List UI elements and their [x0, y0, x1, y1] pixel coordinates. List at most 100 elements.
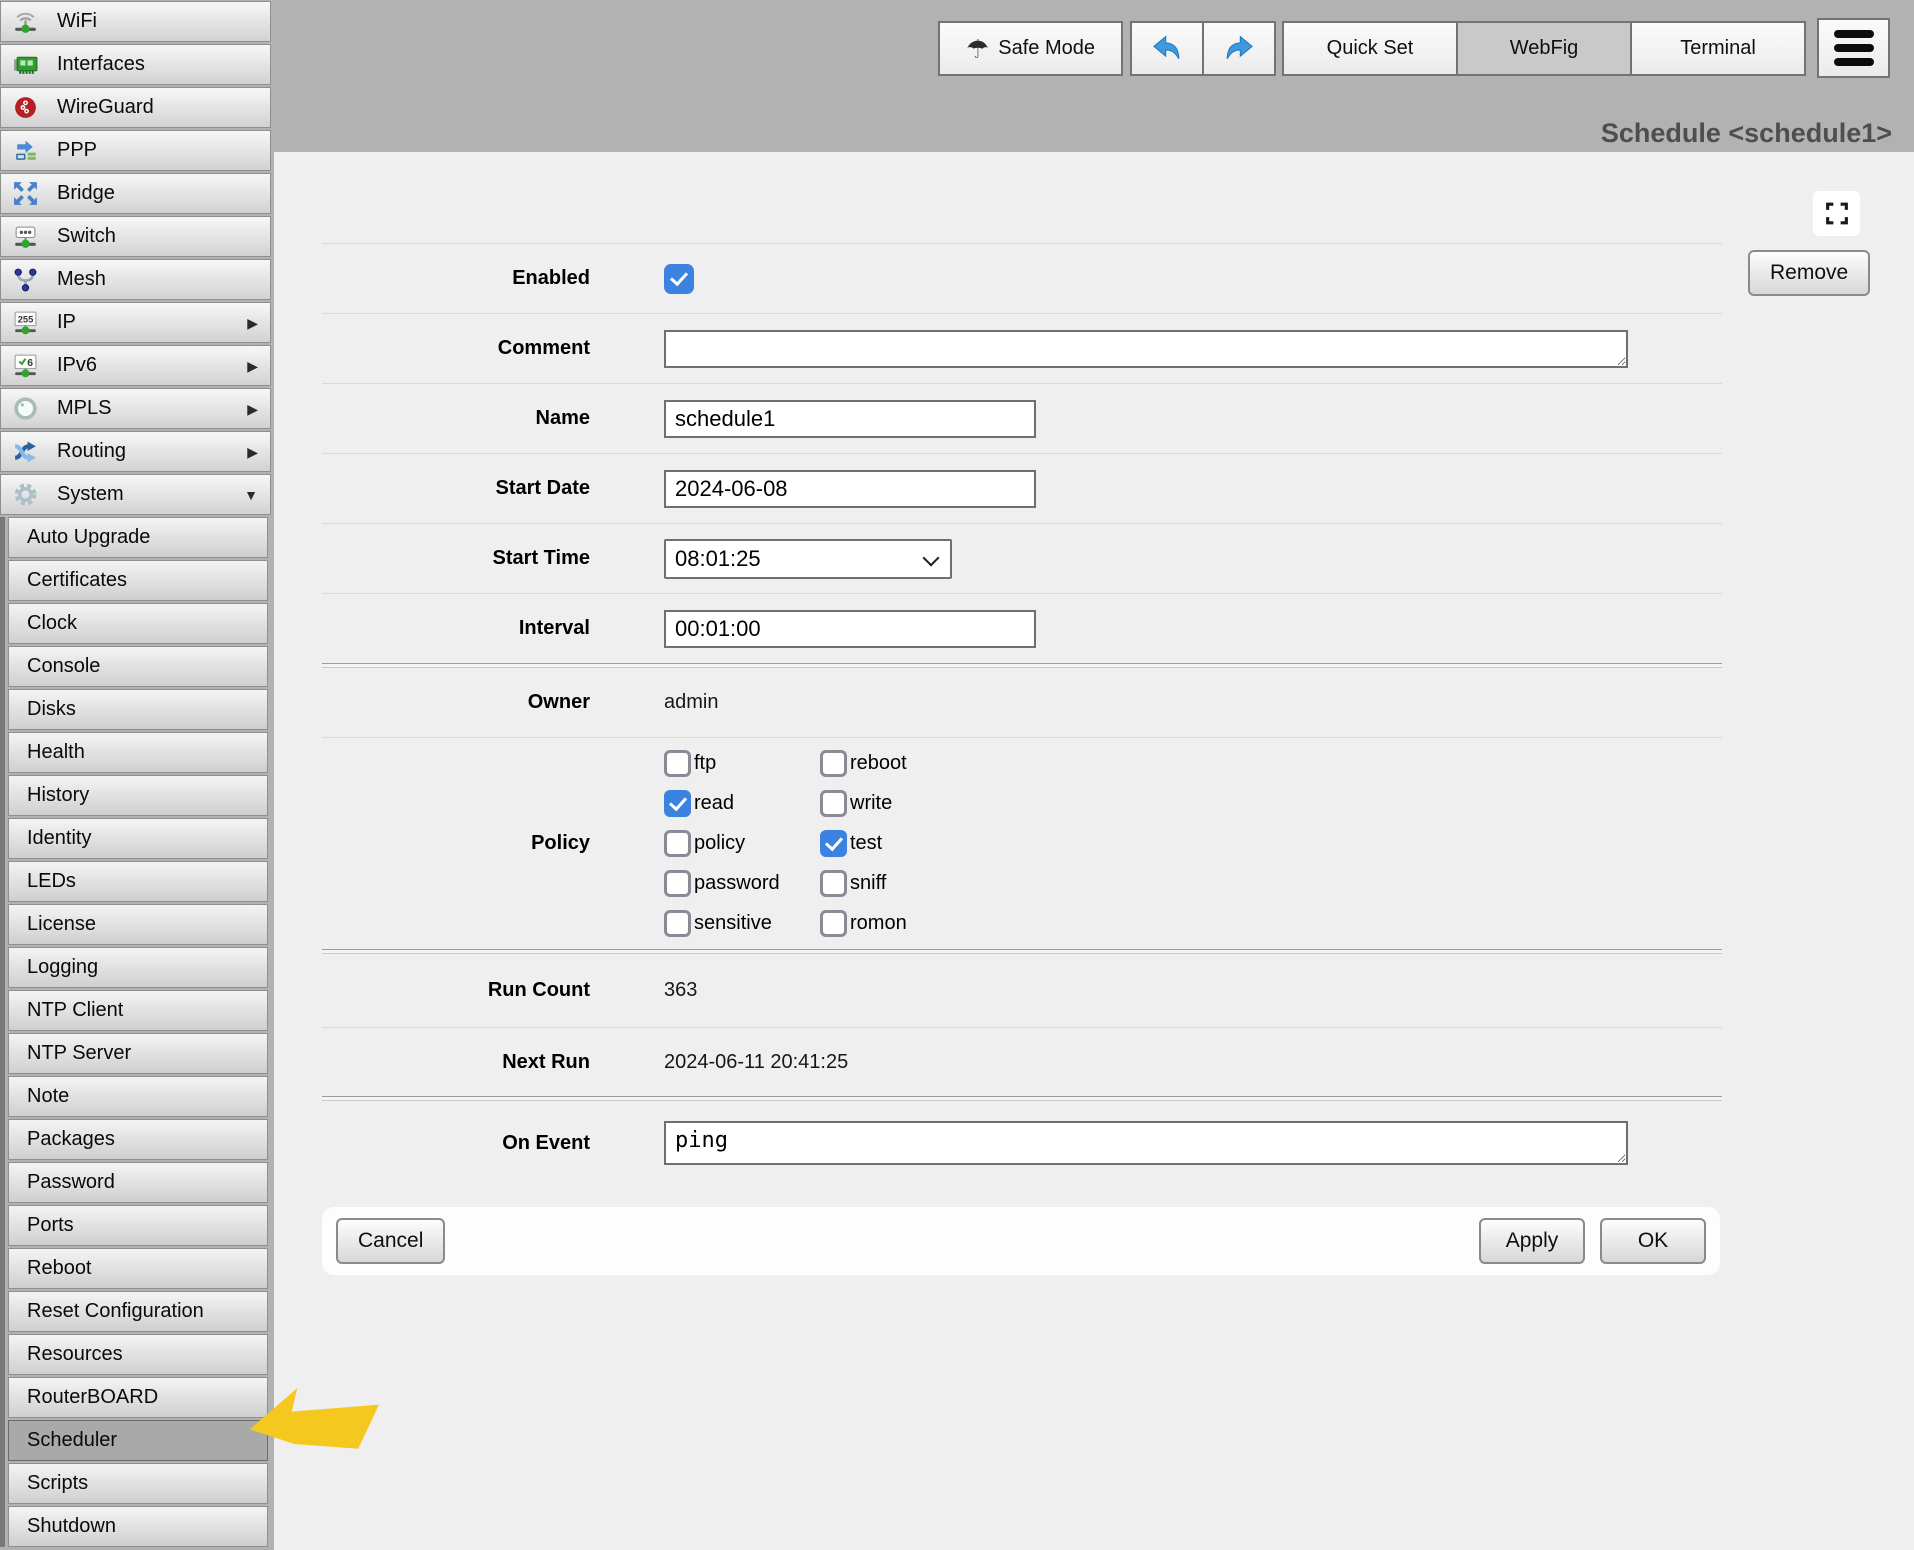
- sidebar-item-switch[interactable]: Switch: [0, 216, 271, 257]
- sidebar-item-label: MPLS: [57, 397, 111, 420]
- next-run-label: Next Run: [322, 1051, 590, 1074]
- sidebar-item-identity[interactable]: Identity: [8, 818, 268, 859]
- tab-quick-set[interactable]: Quick Set: [1282, 21, 1458, 76]
- romon-checkbox[interactable]: [820, 910, 847, 937]
- sidebar-item-password[interactable]: Password: [8, 1162, 268, 1203]
- chevron-right-icon: ▶: [247, 359, 258, 373]
- policy-item-policy: policy: [664, 830, 820, 857]
- undo-button[interactable]: [1130, 21, 1204, 76]
- ok-button[interactable]: OK: [1600, 1218, 1706, 1264]
- sidebar-item-reboot[interactable]: Reboot: [8, 1248, 268, 1289]
- sidebar-item-reset-configuration[interactable]: Reset Configuration: [8, 1291, 268, 1332]
- sidebar-item-clock[interactable]: Clock: [8, 603, 268, 644]
- fullscreen-button[interactable]: [1813, 191, 1860, 236]
- view-tabs: Quick Set WebFig Terminal: [1282, 21, 1806, 76]
- on-event-textarea[interactable]: ping: [664, 1121, 1628, 1165]
- action-bar: Cancel Apply OK: [322, 1207, 1720, 1275]
- tab-webfig[interactable]: WebFig: [1456, 21, 1632, 76]
- sidebar-item-ntp-client[interactable]: NTP Client: [8, 990, 268, 1031]
- sidebar-item-routing[interactable]: Routing ▶: [0, 431, 271, 472]
- sidebar-item-note[interactable]: Note: [8, 1076, 268, 1117]
- undo-redo-group: [1130, 21, 1276, 76]
- sidebar-item-health[interactable]: Health: [8, 732, 268, 773]
- policy-item-read: read: [664, 790, 820, 817]
- policy-item-test: test: [820, 830, 1040, 857]
- write-checkbox[interactable]: [820, 790, 847, 817]
- sidebar-item-ports[interactable]: Ports: [8, 1205, 268, 1246]
- on-event-row: On Event ping: [322, 1101, 1722, 1185]
- sidebar-item-disks[interactable]: Disks: [8, 689, 268, 730]
- start-date-input[interactable]: [664, 470, 1036, 508]
- sidebar-item-scheduler[interactable]: Scheduler: [8, 1420, 268, 1461]
- sidebar-item-packages[interactable]: Packages: [8, 1119, 268, 1160]
- redo-button[interactable]: [1202, 21, 1276, 76]
- safe-mode-button[interactable]: ☂ Safe Mode: [938, 21, 1123, 76]
- sidebar-item-shutdown[interactable]: Shutdown: [8, 1506, 268, 1547]
- run-count-value: 363: [664, 979, 697, 1002]
- tab-terminal[interactable]: Terminal: [1630, 21, 1806, 76]
- sidebar-item-resources[interactable]: Resources: [8, 1334, 268, 1375]
- sidebar: WiFi Interfaces WireGuard PPP Bridge Swi…: [0, 0, 272, 1550]
- sidebar-item-license[interactable]: License: [8, 904, 268, 945]
- sidebar-item-scripts[interactable]: Scripts: [8, 1463, 268, 1504]
- owner-label: Owner: [322, 691, 590, 714]
- system-submenu: Auto Upgrade Certificates Clock Console …: [0, 517, 272, 1547]
- sidebar-item-label: WiFi: [57, 10, 97, 33]
- enabled-checkbox[interactable]: [664, 264, 694, 294]
- apply-button[interactable]: Apply: [1479, 1218, 1585, 1264]
- read-checkbox[interactable]: [664, 790, 691, 817]
- sidebar-item-ppp[interactable]: PPP: [0, 130, 271, 171]
- sidebar-item-leds[interactable]: LEDs: [8, 861, 268, 902]
- reboot-checkbox[interactable]: [820, 750, 847, 777]
- password-checkbox[interactable]: [664, 870, 691, 897]
- sidebar-item-routerboard[interactable]: RouterBOARD: [8, 1377, 268, 1418]
- toolbar: ☂ Safe Mode Quick Set WebFig Terminal: [938, 21, 1890, 78]
- sidebar-item-ip[interactable]: 255 IP ▶: [0, 302, 271, 343]
- on-event-label: On Event: [322, 1132, 590, 1155]
- interval-input[interactable]: [664, 610, 1036, 648]
- interval-label: Interval: [322, 617, 590, 640]
- remove-button[interactable]: Remove: [1748, 250, 1870, 296]
- wifi-icon: [10, 7, 40, 37]
- sensitive-checkbox[interactable]: [664, 910, 691, 937]
- sidebar-item-auto-upgrade[interactable]: Auto Upgrade: [8, 517, 268, 558]
- sidebar-item-label: Routing: [57, 440, 126, 463]
- sidebar-item-bridge[interactable]: Bridge: [0, 173, 271, 214]
- test-checkbox[interactable]: [820, 830, 847, 857]
- next-run-row: Next Run 2024-06-11 20:41:25: [322, 1028, 1722, 1096]
- sidebar-item-label: WireGuard: [57, 96, 154, 119]
- sidebar-item-wireguard[interactable]: WireGuard: [0, 87, 271, 128]
- routing-icon: [10, 437, 40, 467]
- sidebar-item-label: IPv6: [57, 354, 97, 377]
- sidebar-item-console[interactable]: Console: [8, 646, 268, 687]
- comment-textarea[interactable]: [664, 330, 1628, 368]
- hamburger-menu-button[interactable]: [1817, 18, 1890, 78]
- sidebar-item-interfaces[interactable]: Interfaces: [0, 44, 271, 85]
- sidebar-item-mesh[interactable]: Mesh: [0, 259, 271, 300]
- sidebar-item-logging[interactable]: Logging: [8, 947, 268, 988]
- hamburger-icon: [1834, 30, 1874, 38]
- sidebar-item-ntp-server[interactable]: NTP Server: [8, 1033, 268, 1074]
- start-time-label: Start Time: [322, 547, 590, 570]
- sidebar-item-label: System: [57, 483, 124, 506]
- policy-checkbox-grid: ftp reboot read write policy: [664, 750, 1040, 937]
- policy-item-romon: romon: [820, 910, 1040, 937]
- sidebar-item-wifi[interactable]: WiFi: [0, 1, 271, 42]
- policy-checkbox[interactable]: [664, 830, 691, 857]
- sidebar-item-mpls[interactable]: MPLS ▶: [0, 388, 271, 429]
- chevron-right-icon: ▶: [247, 445, 258, 459]
- sidebar-item-certificates[interactable]: Certificates: [8, 560, 268, 601]
- start-time-select[interactable]: 08:01:25: [664, 539, 952, 579]
- ftp-checkbox[interactable]: [664, 750, 691, 777]
- sidebar-item-ipv6[interactable]: 6 IPv6 ▶: [0, 345, 271, 386]
- run-count-row: Run Count 363: [322, 954, 1722, 1027]
- cancel-button[interactable]: Cancel: [336, 1218, 445, 1264]
- sidebar-item-system[interactable]: System ▼: [0, 474, 271, 515]
- name-input[interactable]: [664, 400, 1036, 438]
- policy-item-sensitive: sensitive: [664, 910, 820, 937]
- ip-icon: 255: [10, 308, 40, 338]
- undo-icon: [1150, 32, 1184, 66]
- sidebar-item-label: IP: [57, 311, 76, 334]
- sniff-checkbox[interactable]: [820, 870, 847, 897]
- sidebar-item-history[interactable]: History: [8, 775, 268, 816]
